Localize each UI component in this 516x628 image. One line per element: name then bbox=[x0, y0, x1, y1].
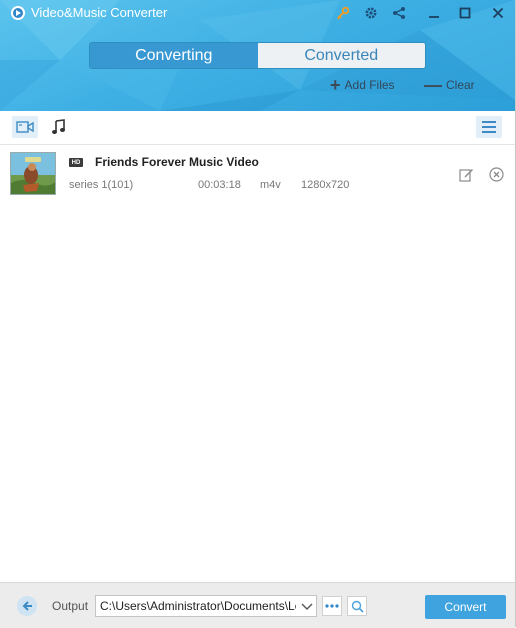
chevron-down-icon bbox=[301, 601, 313, 615]
menu-icon[interactable] bbox=[476, 116, 502, 138]
output-path-value: C:\Users\Administrator\Documents\Leawo bbox=[100, 599, 296, 613]
clear-button[interactable]: — Clear bbox=[424, 75, 475, 95]
file-list: HD Friends Forever Music Video series 1(… bbox=[0, 145, 515, 580]
output-path-select[interactable]: C:\Users\Administrator\Documents\Leawo bbox=[95, 595, 317, 617]
remove-icon[interactable] bbox=[488, 166, 504, 182]
music-icon[interactable] bbox=[45, 116, 71, 138]
edit-icon[interactable] bbox=[458, 166, 474, 182]
back-arrow-icon[interactable] bbox=[17, 596, 37, 616]
header: Video&Music Converter Converting Convert… bbox=[0, 0, 515, 111]
key-icon[interactable] bbox=[334, 4, 352, 22]
maximize-icon[interactable] bbox=[456, 4, 474, 22]
add-files-button[interactable]: + Add Files bbox=[330, 75, 395, 95]
add-files-label: Add Files bbox=[344, 78, 395, 92]
footer-bar: Output C:\Users\Administrator\Documents\… bbox=[0, 582, 515, 628]
file-type-toolbar bbox=[0, 111, 515, 145]
tab-converted[interactable]: Converted bbox=[257, 43, 425, 68]
app-logo-icon bbox=[10, 5, 26, 21]
close-icon[interactable] bbox=[489, 4, 507, 22]
app-window: Video&Music Converter Converting Convert… bbox=[0, 0, 516, 628]
file-duration: 00:03:18 bbox=[198, 179, 241, 191]
minimize-icon[interactable] bbox=[425, 4, 443, 22]
app-title: Video&Music Converter bbox=[31, 5, 168, 20]
video-icon[interactable] bbox=[12, 116, 38, 138]
hd-badge: HD bbox=[69, 158, 83, 167]
share-icon[interactable] bbox=[390, 4, 408, 22]
file-title: Friends Forever Music Video bbox=[95, 155, 259, 169]
gear-icon[interactable] bbox=[362, 4, 380, 22]
convert-button[interactable]: Convert bbox=[425, 595, 506, 619]
file-resolution: 1280x720 bbox=[301, 179, 350, 191]
browse-button[interactable] bbox=[322, 596, 342, 616]
file-series: series 1(101) bbox=[69, 179, 134, 191]
tab-bar: Converting Converted bbox=[89, 42, 426, 69]
list-item[interactable]: HD Friends Forever Music Video series 1(… bbox=[0, 145, 515, 203]
tab-converting[interactable]: Converting bbox=[90, 43, 258, 68]
more-dots-icon bbox=[325, 604, 339, 608]
plus-icon: + bbox=[330, 75, 341, 95]
video-thumbnail bbox=[10, 152, 56, 195]
title-bar: Video&Music Converter bbox=[0, 0, 515, 26]
search-icon bbox=[351, 600, 364, 613]
output-label: Output bbox=[52, 599, 89, 613]
open-folder-button[interactable] bbox=[347, 596, 367, 616]
minus-icon: — bbox=[424, 75, 442, 95]
file-format: m4v bbox=[260, 179, 281, 191]
clear-label: Clear bbox=[446, 78, 475, 92]
